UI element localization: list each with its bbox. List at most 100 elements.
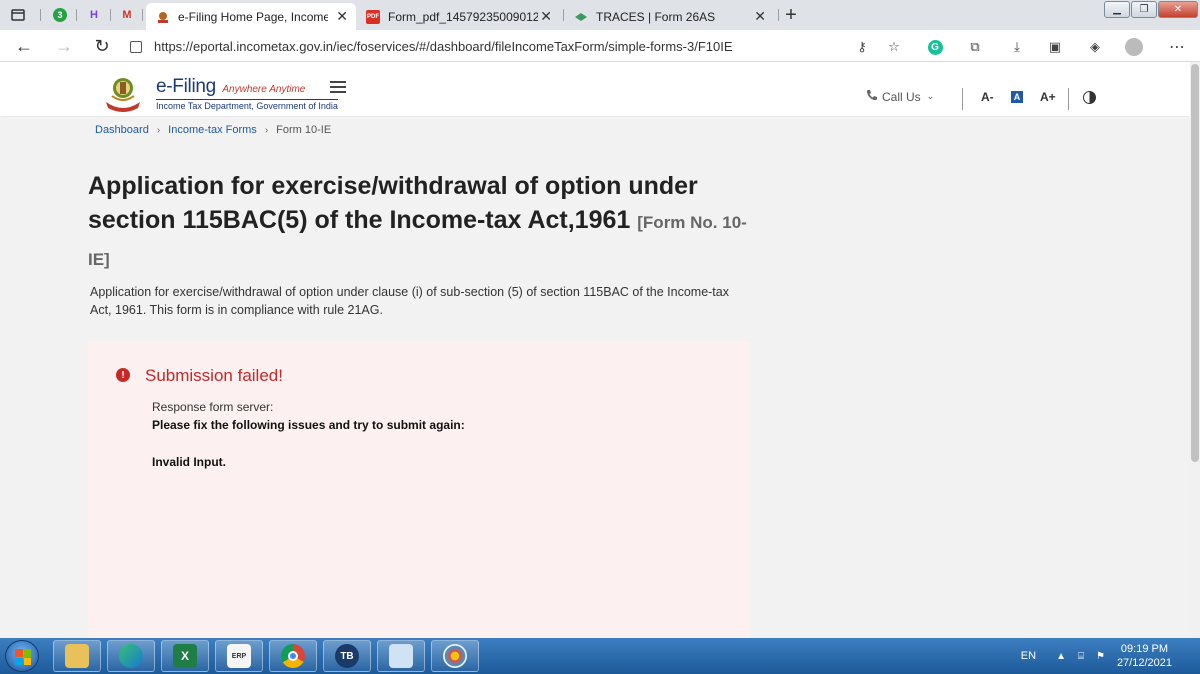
breadcrumb-income-tax-forms[interactable]: Income-tax Forms (168, 124, 257, 136)
extensions-icon[interactable]: ⧉ (966, 38, 984, 56)
whatsapp-icon: 3 (53, 8, 67, 22)
windows-logo-icon (15, 649, 31, 665)
logo-main-text: e-Filing (156, 76, 216, 97)
close-icon: ✕ (1173, 4, 1183, 15)
traces-icon (574, 10, 588, 24)
window-controls: ▁ ❐ ✕ (1104, 1, 1198, 18)
download-icon[interactable]: ⤓ (1008, 38, 1026, 56)
excel-icon: X (173, 644, 197, 668)
arrow-left-icon: ← (15, 35, 33, 56)
taskbar-excel[interactable]: X (161, 640, 209, 672)
tb-app-icon: TB (335, 644, 359, 668)
emblem-logo[interactable] (98, 72, 148, 114)
language-indicator[interactable]: EN (1021, 650, 1036, 662)
tally-icon: ERP (227, 644, 251, 668)
tab-separator (563, 9, 564, 21)
scrollbar-thumb[interactable] (1191, 64, 1199, 462)
page-content: Dashboard › Income-tax Forms › Form 10-I… (0, 117, 1190, 638)
emblem-icon (156, 10, 170, 24)
restore-icon: ❐ (1139, 4, 1149, 15)
menu-icon[interactable] (330, 81, 346, 93)
error-response-label: Response form server: (152, 400, 274, 414)
gmail-icon: M (122, 9, 132, 21)
font-normal-button[interactable]: A (1011, 91, 1023, 103)
tab-actions-icon[interactable] (8, 6, 28, 24)
browser-toolbar: ← → ↻ https://eportal.incometax.gov.in/i… (0, 30, 1200, 62)
tab-separator (142, 9, 143, 21)
taskbar-paint[interactable] (431, 640, 479, 672)
error-panel: ! Submission failed! Response form serve… (88, 341, 750, 638)
tab-efiling[interactable]: e-Filing Home Page, Income Tax ✕ (146, 3, 356, 30)
page-scrollbar[interactable] (1190, 62, 1200, 638)
close-icon[interactable]: ✕ (336, 8, 348, 25)
clock-date: 27/12/2021 (1116, 657, 1172, 669)
contrast-icon[interactable] (1083, 91, 1096, 104)
page-title: Application for exercise/withdrawal of o… (88, 169, 768, 277)
tab-title: Form_pdf_145792350090121 (1). (388, 9, 538, 24)
tab-title: e-Filing Home Page, Income Tax (178, 9, 328, 24)
profile-avatar[interactable] (1125, 38, 1143, 56)
grammarly-icon[interactable]: G (926, 38, 944, 56)
taskbar-edge[interactable] (107, 640, 155, 672)
font-increase-button[interactable]: A+ (1040, 90, 1056, 104)
tab-traces[interactable]: TRACES | Form 26AS ✕ (568, 3, 774, 30)
breadcrumb-dashboard[interactable]: Dashboard (95, 124, 149, 136)
taskbar-file-explorer[interactable] (53, 640, 101, 672)
pinned-tab-whatsapp[interactable]: 3 (50, 6, 70, 24)
chevron-right-icon: › (156, 124, 161, 136)
key-icon[interactable]: ⚷ (853, 38, 871, 56)
action-center-flag-icon[interactable]: ⚑ (1096, 651, 1105, 662)
back-button[interactable]: ← (14, 36, 34, 56)
plus-icon: + (785, 3, 797, 26)
pinned-tab-gmail[interactable]: M (117, 6, 137, 24)
more-icon[interactable]: ⋯ (1168, 38, 1186, 56)
clock[interactable]: 09:19 PM 27/12/2021 (1117, 642, 1172, 670)
taskbar-tally[interactable]: ERP (215, 640, 263, 672)
browser-essentials-icon[interactable]: ◈ (1086, 38, 1104, 56)
collections-icon[interactable]: ▣ (1046, 38, 1064, 56)
windows-taskbar: X ERP TB EN ▲ ⌸ ⚑ 09:19 PM 27/12/2021 (0, 638, 1200, 674)
close-icon[interactable]: ✕ (540, 8, 552, 25)
tab-separator (40, 9, 41, 21)
tab-separator (778, 9, 779, 21)
chevron-right-icon: › (264, 124, 269, 136)
address-bar[interactable]: https://eportal.incometax.gov.in/iec/fos… (130, 34, 914, 58)
page-title-text: Application for exercise/withdrawal of o… (88, 172, 698, 234)
logo-tagline: Anywhere Anytime (222, 84, 306, 95)
efiling-logo[interactable]: e-Filing Anywhere Anytime Income Tax Dep… (156, 76, 338, 111)
restore-button[interactable]: ❐ (1131, 1, 1157, 18)
paint-icon (443, 644, 467, 668)
start-button[interactable] (5, 640, 39, 672)
taskbar-chrome[interactable] (269, 640, 317, 672)
system-tray: EN ▲ ⌸ ⚑ 09:19 PM 27/12/2021 (1021, 638, 1200, 674)
call-us-dropdown[interactable]: Call Us ⌄ (866, 89, 934, 104)
folder-icon (65, 644, 89, 668)
font-decrease-button[interactable]: A- (981, 90, 994, 104)
network-icon[interactable]: ⌸ (1078, 651, 1084, 662)
taskbar-remote-desktop[interactable] (377, 640, 425, 672)
tab-form-pdf[interactable]: PDF Form_pdf_145792350090121 (1). ✕ (360, 3, 560, 30)
arrow-right-icon: → (55, 35, 73, 56)
browser-tab-strip: 3 H M e-Filing Home Page, Income Tax ✕ P… (0, 0, 1200, 30)
logo-subtitle: Income Tax Department, Government of Ind… (156, 99, 338, 111)
clock-time: 09:19 PM (1120, 643, 1169, 655)
call-us-label: Call Us (882, 89, 921, 104)
h-icon: H (90, 9, 98, 21)
close-icon[interactable]: ✕ (754, 8, 766, 25)
lock-icon (130, 41, 142, 53)
pinned-tab-h[interactable]: H (84, 6, 104, 24)
new-tab-button[interactable]: + (781, 3, 801, 26)
minimize-button[interactable]: ▁ (1104, 1, 1130, 18)
favorite-icon[interactable]: ☆ (885, 38, 903, 56)
error-detail: Invalid Input. (152, 455, 226, 469)
window-close-button[interactable]: ✕ (1158, 1, 1198, 18)
reload-button[interactable]: ↻ (92, 36, 112, 56)
error-icon: ! (116, 368, 130, 382)
edge-icon (119, 644, 143, 668)
site-header: e-Filing Anywhere Anytime Income Tax Dep… (0, 62, 1190, 116)
taskbar-tb-app[interactable]: TB (323, 640, 371, 672)
forward-button[interactable]: → (54, 36, 74, 56)
show-hidden-icons[interactable]: ▲ (1056, 651, 1066, 662)
minimize-icon: ▁ (1113, 4, 1121, 15)
breadcrumb: Dashboard › Income-tax Forms › Form 10-I… (95, 124, 331, 136)
